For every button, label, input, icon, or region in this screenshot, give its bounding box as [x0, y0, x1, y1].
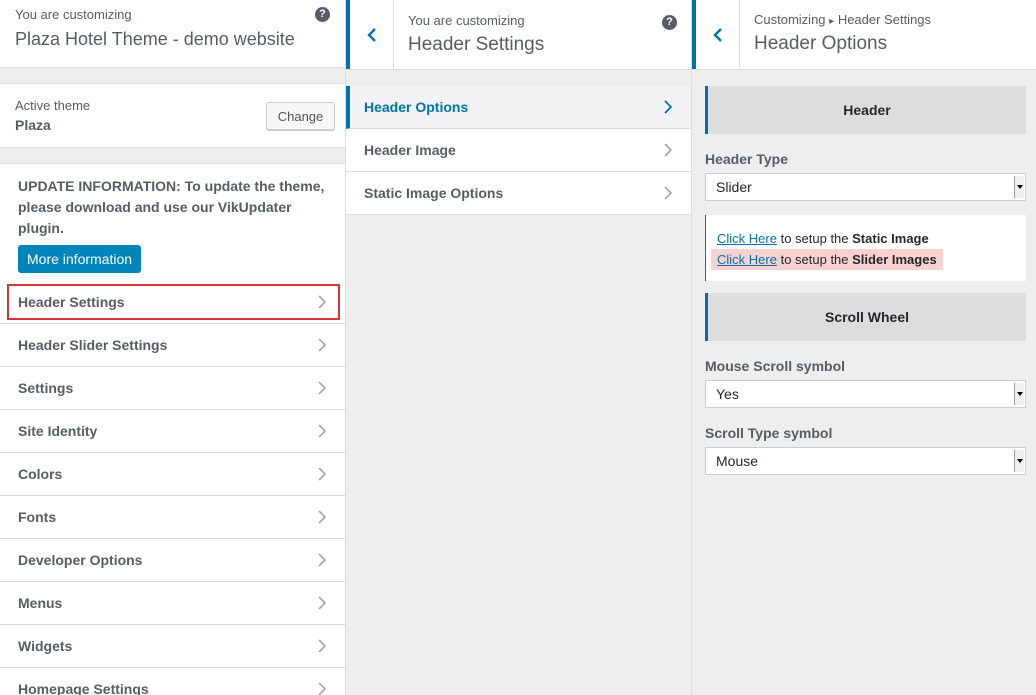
breadcrumb: Customizing ▸ Header Settings: [754, 12, 931, 27]
chevron-right-icon: [318, 682, 327, 695]
menu-item-label: Site Identity: [18, 423, 98, 439]
panel-titles: You are customizing Header Settings: [408, 13, 544, 56]
breadcrumb-root: Customizing: [754, 12, 826, 27]
update-information-text: UPDATE INFORMATION: To update the theme,…: [18, 178, 325, 236]
header-section-heading: Header: [705, 86, 1026, 134]
chevron-left-icon: [712, 27, 722, 42]
menu-item-colors[interactable]: Colors: [0, 453, 345, 496]
chevron-right-icon: [318, 510, 327, 524]
info-text: to setup the: [776, 252, 853, 267]
menu-item-label: Settings: [18, 380, 74, 396]
active-theme-section: Active theme Plaza Change: [0, 83, 345, 148]
header-options-panel: Customizing ▸ Header Settings Header Opt…: [691, 0, 1036, 695]
dropdown-arrow-icon: [1014, 383, 1024, 405]
scroll-type-select[interactable]: Mouse: [705, 447, 1026, 475]
slider-images-link[interactable]: Click Here: [717, 252, 777, 267]
menu-item-label: Developer Options: [18, 552, 143, 568]
static-image-line: Click Here to setup the Static Image: [717, 228, 1015, 249]
static-image-link[interactable]: Click Here: [717, 231, 777, 246]
customizing-label: You are customizing: [15, 7, 132, 22]
chevron-right-icon: [318, 596, 327, 610]
menu-item-label: Fonts: [18, 509, 57, 525]
section-list: Header Options Header Image Static Image…: [346, 86, 691, 215]
setup-info-box: Click Here to setup the Static Image Cli…: [705, 215, 1026, 281]
chevron-right-icon: [664, 186, 673, 200]
section-label: Static Image Options: [364, 185, 504, 201]
header-type-label: Header Type: [705, 151, 788, 167]
info-bold: Static Image: [852, 231, 929, 246]
section-label: Header Image: [364, 142, 456, 158]
panel-title: Header Settings: [408, 34, 545, 55]
chevron-right-icon: [318, 467, 327, 481]
chevron-right-icon: [664, 143, 673, 157]
panel-header: Customizing ▸ Header Settings Header Opt…: [692, 0, 1036, 70]
header-options-content: Header Header Type Slider Click Here to …: [705, 86, 1026, 475]
chevron-right-icon: [318, 295, 327, 309]
section-static-image-options[interactable]: Static Image Options: [346, 172, 691, 215]
update-information-box: UPDATE INFORMATION: To update the theme,…: [0, 163, 345, 281]
scroll-wheel-section-heading: Scroll Wheel: [705, 293, 1026, 341]
customizer-menu: Header Settings Header Slider Settings S…: [0, 281, 345, 695]
menu-item-settings[interactable]: Settings: [0, 367, 345, 410]
header-settings-panel: You are customizing Header Settings ? He…: [345, 0, 691, 695]
scroll-type-label: Scroll Type symbol: [705, 425, 833, 441]
section-header-image[interactable]: Header Image: [346, 129, 691, 172]
select-value: Slider: [716, 179, 752, 195]
mouse-scroll-label: Mouse Scroll symbol: [705, 358, 846, 374]
info-text: to setup the: [776, 231, 853, 246]
customizing-label: You are customizing: [408, 13, 525, 28]
section-header-options[interactable]: Header Options: [346, 86, 691, 129]
menu-item-developer-options[interactable]: Developer Options: [0, 539, 345, 582]
menu-item-label: Header Slider Settings: [18, 337, 168, 353]
panel-header: You are customizing Header Settings ?: [346, 0, 691, 70]
dropdown-arrow-icon: [1014, 450, 1024, 472]
menu-item-label: Widgets: [18, 638, 73, 654]
back-button[interactable]: [692, 0, 740, 69]
panel-titles: Customizing ▸ Header Settings Header Opt…: [754, 12, 931, 55]
select-value: Mouse: [716, 453, 759, 469]
menu-item-header-settings[interactable]: Header Settings: [0, 281, 345, 324]
breadcrumb-parent: Header Settings: [837, 12, 932, 27]
chevron-right-icon: [318, 338, 327, 352]
menu-item-homepage-settings[interactable]: Homepage Settings: [0, 668, 345, 695]
select-value: Yes: [716, 386, 739, 402]
customizer-header: You are customizing Plaza Hotel Theme - …: [0, 0, 345, 68]
help-icon[interactable]: ?: [315, 7, 330, 22]
chevron-right-icon: [318, 381, 327, 395]
breadcrumb-separator: ▸: [829, 16, 835, 27]
chevron-left-icon: [366, 27, 376, 42]
customizer-root-panel: You are customizing Plaza Hotel Theme - …: [0, 0, 345, 695]
back-button[interactable]: [346, 0, 394, 69]
more-information-button[interactable]: More information: [18, 245, 142, 273]
site-title: Plaza Hotel Theme - demo website: [15, 29, 295, 49]
chevron-right-icon: [318, 553, 327, 567]
section-label: Header Options: [364, 99, 469, 115]
slider-images-line: Click Here to setup the Slider Images: [711, 249, 943, 270]
chevron-right-icon: [318, 639, 327, 653]
menu-item-label: Colors: [18, 466, 63, 482]
menu-item-widgets[interactable]: Widgets: [0, 625, 345, 668]
menu-item-menus[interactable]: Menus: [0, 582, 345, 625]
info-bold: Slider Images: [852, 252, 937, 267]
dropdown-arrow-icon: [1014, 176, 1024, 198]
change-theme-button[interactable]: Change: [266, 102, 335, 130]
menu-item-fonts[interactable]: Fonts: [0, 496, 345, 539]
help-icon[interactable]: ?: [662, 15, 677, 30]
header-type-select[interactable]: Slider: [705, 173, 1026, 201]
mouse-scroll-select[interactable]: Yes: [705, 380, 1026, 408]
menu-item-header-slider-settings[interactable]: Header Slider Settings: [0, 324, 345, 367]
menu-item-label: Menus: [18, 595, 63, 611]
chevron-right-icon: [664, 100, 673, 114]
panel-title: Header Options: [754, 33, 888, 54]
menu-item-label: Header Settings: [18, 294, 125, 310]
menu-item-site-identity[interactable]: Site Identity: [0, 410, 345, 453]
chevron-right-icon: [318, 424, 327, 438]
menu-item-label: Homepage Settings: [18, 681, 149, 695]
